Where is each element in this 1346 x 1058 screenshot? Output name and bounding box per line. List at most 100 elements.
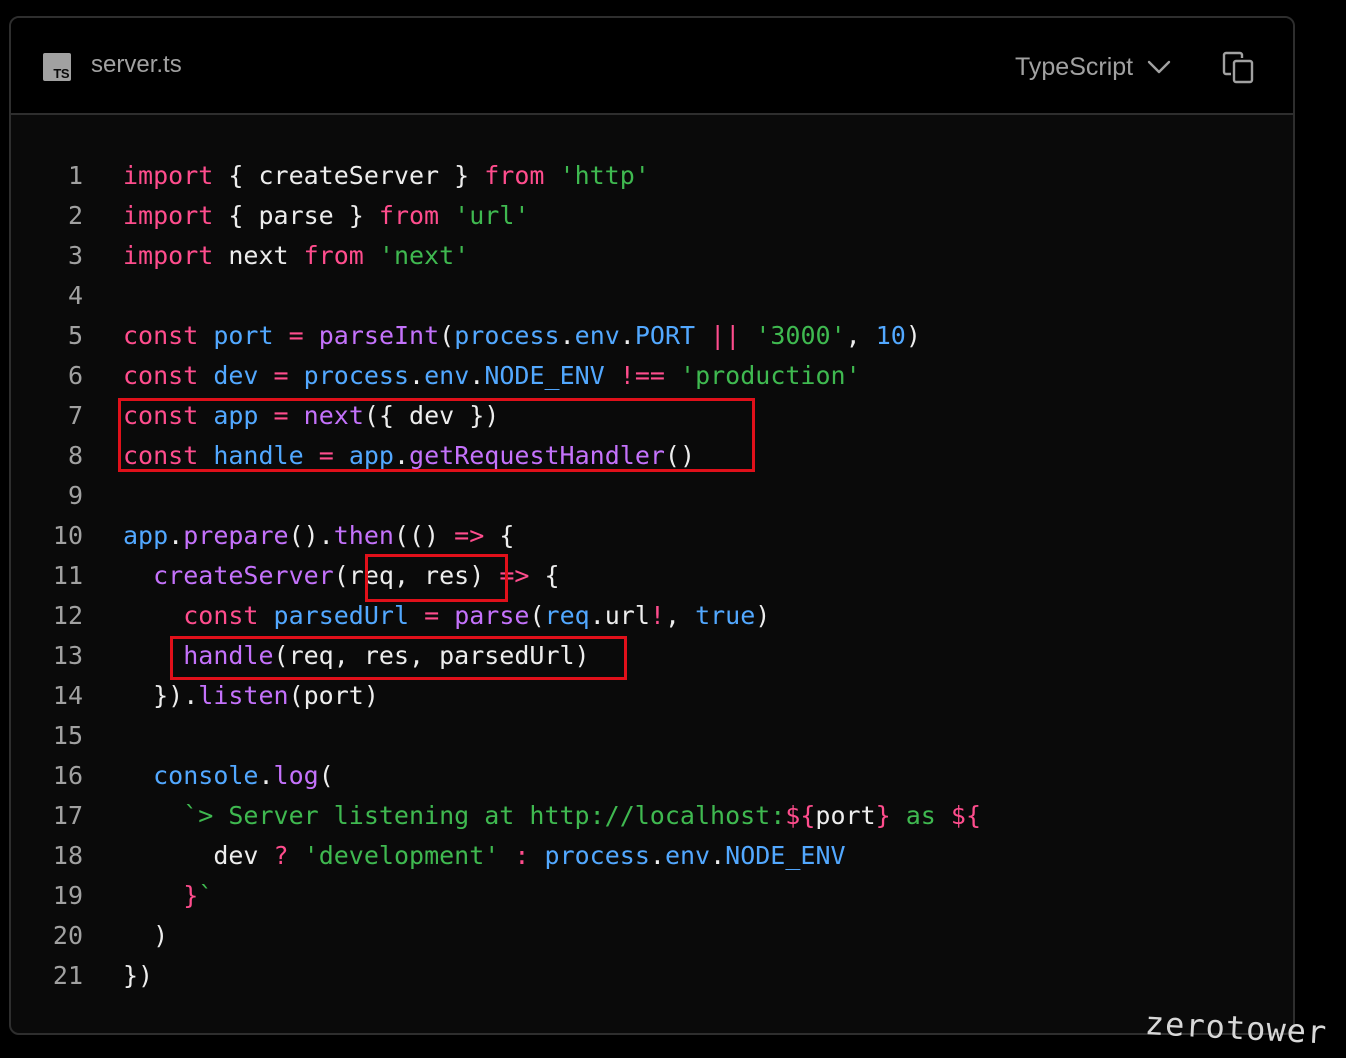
code-token: prepare <box>183 521 289 550</box>
chevron-down-icon <box>1147 60 1171 74</box>
code-token: '3000' <box>755 321 846 350</box>
language-label: TypeScript <box>1015 52 1134 81</box>
code-token: PORT <box>634 321 696 350</box>
line-code: `> Server listening at http://localhost:… <box>123 796 981 836</box>
line-number: 17 <box>52 801 83 830</box>
code-token: app <box>213 401 259 430</box>
code-token: env <box>424 361 470 390</box>
code-token: env <box>574 321 620 350</box>
code-token: process <box>303 361 410 390</box>
line-code: const handle = app.getRequestHandler() <box>123 436 695 476</box>
code-token: ) <box>469 561 485 590</box>
code-token: , <box>664 601 696 630</box>
code-token: req <box>544 601 590 630</box>
code-token: { parse } <box>213 201 379 230</box>
line-code: const dev = process.env.NODE_ENV !== 'pr… <box>123 356 861 396</box>
line-number: 4 <box>67 281 83 310</box>
code-token: }). <box>123 681 199 710</box>
code-token: ) <box>755 601 771 630</box>
code-token: handle <box>213 441 304 470</box>
code-token: const <box>123 361 199 390</box>
code-token: ( <box>529 601 545 630</box>
line-code: console.log( <box>123 756 334 796</box>
code-token: ) <box>123 921 169 950</box>
line-code: const parsedUrl = parse(req.url!, true) <box>123 596 770 636</box>
code-token: import <box>123 241 214 270</box>
line-code: const port = parseInt(process.env.PORT |… <box>123 316 921 356</box>
code-token: . <box>649 841 665 870</box>
language-selector[interactable]: TypeScript <box>1015 50 1171 84</box>
typescript-file-icon: TS <box>43 53 71 81</box>
line-number: 3 <box>67 241 83 270</box>
code-token: const <box>183 601 259 630</box>
line-number: 20 <box>52 921 83 950</box>
code-token: . <box>409 361 425 390</box>
code-token: NODE_ENV <box>725 841 846 870</box>
line-number: 15 <box>52 721 83 750</box>
line-code: }).listen(port) <box>123 676 379 716</box>
line-code: import { parse } from 'url' <box>123 196 529 236</box>
code-line: 13 handle(req, res, parsedUrl) <box>11 636 1293 676</box>
code-token: port <box>815 801 876 830</box>
code-token: process <box>544 841 650 870</box>
code-line: 3 import next from 'next' <box>11 236 1293 276</box>
code-token: = <box>318 441 334 470</box>
code-token: . <box>168 521 184 550</box>
code-token: log <box>273 761 319 790</box>
line-number: 9 <box>67 481 83 510</box>
code-token: getRequestHandler <box>409 441 665 470</box>
line-number: 19 <box>52 881 83 910</box>
code-line: 9 <box>11 476 1293 516</box>
code-token: dev <box>213 841 274 870</box>
code-token: `> Server listening at http://localhost: <box>183 801 786 830</box>
code-token: = <box>273 401 289 430</box>
code-line: 15 <box>11 716 1293 756</box>
code-token: , <box>845 321 876 350</box>
code-token: app <box>348 441 394 470</box>
line-code: ) <box>123 916 168 956</box>
code-token: { <box>529 561 560 590</box>
code-token: ({ dev }) <box>363 401 500 430</box>
line-number: 13 <box>52 641 83 670</box>
code-token: app <box>123 521 169 550</box>
copy-icon[interactable] <box>1221 50 1255 84</box>
code-token: env <box>664 841 711 870</box>
line-number: 16 <box>52 761 83 790</box>
code-body[interactable]: 1 import { createServer } from 'http' 2 imp… <box>11 156 1293 996</box>
code-token: console <box>153 761 259 790</box>
line-number: 7 <box>67 401 83 430</box>
code-token: dev <box>213 361 259 390</box>
code-token: } <box>875 801 891 830</box>
code-token: const <box>123 401 199 430</box>
code-token: . <box>559 321 575 350</box>
code-token: import <box>123 161 214 190</box>
code-token: = <box>273 361 289 390</box>
code-token: ) <box>905 321 921 350</box>
code-line: 7 const app = next({ dev }) <box>11 396 1293 436</box>
code-token: { createServer } <box>213 161 485 190</box>
line-number: 10 <box>52 521 83 550</box>
code-line: 1 import { createServer } from 'http' <box>11 156 1293 196</box>
code-line: 19 }` <box>11 876 1293 916</box>
line-number: 8 <box>67 441 83 470</box>
code-line: 8 const handle = app.getRequestHandler() <box>11 436 1293 476</box>
code-line: 12 const parsedUrl = parse(req.url!, tru… <box>11 596 1293 636</box>
code-line: 17 `> Server listening at http://localho… <box>11 796 1293 836</box>
code-token: } <box>183 881 199 910</box>
